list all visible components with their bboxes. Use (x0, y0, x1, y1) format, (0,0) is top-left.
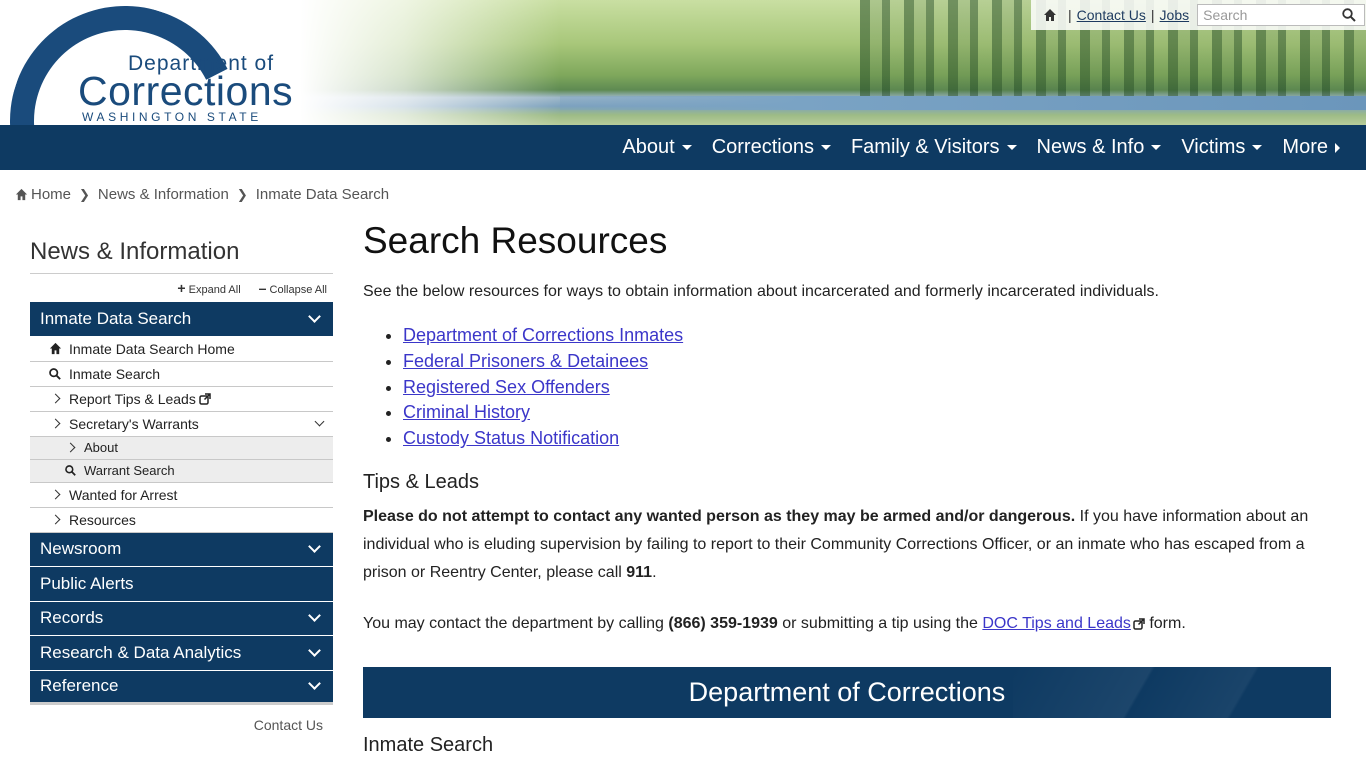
link-criminal-history[interactable]: Criminal History (403, 402, 530, 422)
inmate-search-heading: Inmate Search (363, 733, 494, 756)
home-icon (15, 188, 28, 201)
logo-line3: WASHINGTON STATE (82, 110, 262, 124)
sidebar-section-records[interactable]: Records (30, 601, 333, 636)
nav-corrections[interactable]: Corrections (712, 136, 831, 159)
sidebar-contact-us-link[interactable]: Contact Us (30, 717, 333, 733)
doc-section-banner: Department of Corrections (363, 666, 1331, 718)
doc-logo[interactable]: Department of Corrections WASHINGTON STA… (0, 0, 308, 125)
breadcrumb-home[interactable]: Home (31, 186, 71, 203)
tips-heading: Tips & Leads (363, 470, 479, 493)
main-content: Search Resources See the below resources… (363, 220, 1331, 757)
chevron-down-icon (308, 677, 321, 691)
doc-tips-leads-link[interactable]: DOC Tips and Leads (982, 615, 1131, 632)
sidebar-item-wanted-for-arrest[interactable]: Wanted for Arrest (30, 482, 333, 508)
external-link-icon (199, 392, 211, 405)
chevron-down-icon (308, 609, 321, 623)
logo-line2: Corrections (78, 68, 294, 114)
tips-paragraph: Please do not attempt to contact any wan… (363, 507, 1309, 581)
caret-right-icon (1335, 142, 1340, 153)
breadcrumb: Home ❯ News & Information ❯ Inmate Data … (15, 186, 389, 203)
sidebar-section-research-data-analytics[interactable]: Research & Data Analytics (30, 636, 333, 671)
caret-down-icon (1006, 145, 1017, 150)
chevron-right-icon: ❯ (79, 186, 90, 202)
link-doc-inmates[interactable]: Department of Corrections Inmates (403, 325, 683, 345)
breadcrumb-current: Inmate Data Search (255, 186, 390, 203)
contact-us-link[interactable]: Contact Us (1077, 7, 1146, 23)
external-link-icon (1133, 618, 1145, 630)
caret-down-icon (1151, 145, 1162, 150)
list-item: Department of Corrections Inmates (403, 325, 1331, 351)
link-federal-prisoners[interactable]: Federal Prisoners & Detainees (403, 351, 648, 371)
sidebar-section-reference[interactable]: Reference (30, 670, 333, 705)
list-item: Criminal History (403, 402, 1331, 428)
list-item: Custody Status Notification (403, 428, 1331, 454)
sidebar-section-newsroom[interactable]: Newsroom (30, 532, 333, 567)
search-icon (45, 367, 65, 380)
link-custody-status[interactable]: Custody Status Notification (403, 428, 619, 448)
chevron-down-icon (308, 540, 321, 554)
sidebar-section-public-alerts[interactable]: Public Alerts (30, 567, 333, 602)
chevron-down-icon[interactable] (314, 416, 325, 427)
chevron-down-icon (308, 643, 321, 657)
sidebar-section-inmate-data-search[interactable]: Inmate Data Search (30, 302, 333, 337)
nav-news-info[interactable]: News & Info (1037, 136, 1162, 159)
caret-down-icon (820, 145, 831, 150)
caret-down-icon (1252, 145, 1263, 150)
sidebar-item-warrant-search[interactable]: Warrant Search (30, 459, 333, 483)
sidebar-item-warrants-about[interactable]: About (30, 436, 333, 460)
list-item: Federal Prisoners & Detainees (403, 351, 1331, 377)
home-icon[interactable] (1043, 8, 1057, 22)
chevron-right-icon (45, 393, 65, 404)
site-search (1197, 4, 1366, 26)
search-icon (60, 465, 80, 476)
jobs-link[interactable]: Jobs (1160, 7, 1190, 23)
chevron-right-icon (45, 489, 65, 500)
search-button[interactable] (1336, 5, 1362, 25)
chevron-right-icon (45, 514, 65, 525)
collapse-all-button[interactable]: – Collapse All (259, 280, 327, 296)
expand-collapse-controls: + Expand All – Collapse All (30, 274, 333, 302)
link-sex-offenders[interactable]: Registered Sex Offenders (403, 377, 610, 397)
sidebar: News & Information + Expand All – Collap… (30, 238, 333, 733)
page-title: Search Resources (363, 220, 668, 261)
sidebar-item-resources[interactable]: Resources (30, 507, 333, 533)
utility-bar: | Contact Us | Jobs (1031, 0, 1366, 30)
nav-family-visitors[interactable]: Family & Visitors (851, 136, 1017, 159)
home-icon (45, 342, 65, 355)
search-icon (1342, 8, 1356, 22)
contact-paragraph: You may contact the department by callin… (363, 614, 1186, 632)
site-header: Department of Corrections WASHINGTON STA… (0, 0, 1366, 125)
chevron-right-icon (60, 442, 80, 453)
chevron-right-icon: ❯ (236, 186, 248, 202)
list-item: Registered Sex Offenders (403, 377, 1331, 403)
sidebar-title: News & Information (30, 238, 333, 274)
caret-down-icon (681, 145, 692, 150)
resource-links: Department of Corrections Inmates Federa… (363, 325, 1331, 454)
search-input[interactable] (1198, 7, 1337, 23)
chevron-right-icon (45, 418, 65, 429)
nav-victims[interactable]: Victims (1181, 136, 1263, 159)
sidebar-item-inmate-data-search-home[interactable]: Inmate Data Search Home (30, 336, 333, 362)
nav-more[interactable]: More (1282, 136, 1340, 159)
sidebar-item-secretarys-warrants[interactable]: Secretary's Warrants (30, 411, 333, 437)
expand-all-button[interactable]: + Expand All (177, 280, 240, 296)
main-nav: About Corrections Family & Visitors News… (0, 125, 1366, 170)
chevron-down-icon (308, 309, 321, 323)
sidebar-item-inmate-search[interactable]: Inmate Search (30, 361, 333, 387)
nav-about[interactable]: About (622, 136, 692, 159)
sidebar-item-report-tips-leads[interactable]: Report Tips & Leads (30, 386, 333, 412)
breadcrumb-news-information[interactable]: News & Information (98, 186, 229, 203)
intro-text: See the below resources for ways to obta… (363, 283, 1159, 300)
header-lake (560, 96, 1366, 110)
